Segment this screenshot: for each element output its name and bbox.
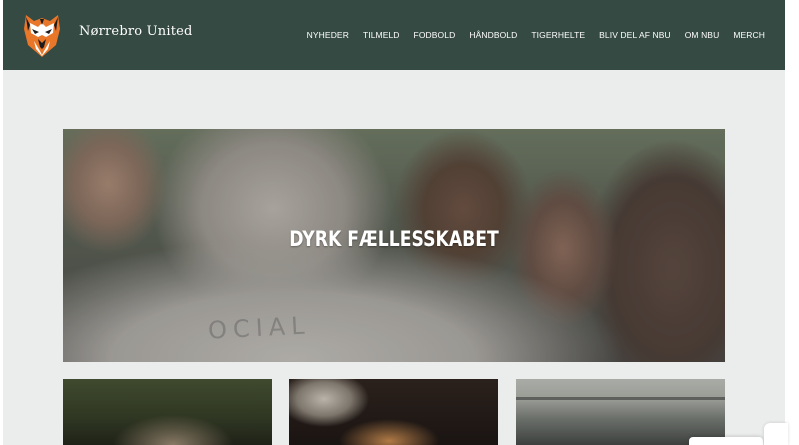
nav-item-tilmeld[interactable]: TILMELD xyxy=(363,30,400,40)
hero-title: DYRK FÆLLESSKABET xyxy=(289,227,499,251)
news-card-2[interactable] xyxy=(289,379,498,445)
scroll-widget[interactable] xyxy=(764,423,788,445)
main-nav: NYHEDER TILMELD FODBOLD HÅNDBOLD TIGERHE… xyxy=(307,30,765,40)
site-header: Nørrebro United NYHEDER TILMELD FODBOLD … xyxy=(3,0,785,70)
card-photo-rail xyxy=(516,397,725,400)
hero-banner: OCIAL DYRK FÆLLESSKABET xyxy=(63,129,725,362)
news-card-1[interactable] xyxy=(63,379,272,445)
tiger-logo-icon[interactable] xyxy=(20,11,64,59)
site-name[interactable]: Nørrebro United xyxy=(79,24,193,39)
nav-item-merch[interactable]: MERCH xyxy=(733,30,765,40)
page-frame: Nørrebro United NYHEDER TILMELD FODBOLD … xyxy=(3,0,785,445)
popup-widget[interactable] xyxy=(689,437,763,445)
nav-item-nyheder[interactable]: NYHEDER xyxy=(307,30,349,40)
nav-item-tigerhelte[interactable]: TIGERHELTE xyxy=(531,30,585,40)
news-card-3[interactable] xyxy=(516,379,725,445)
nav-item-om-nbu[interactable]: OM NBU xyxy=(685,30,720,40)
nav-item-bliv-del-af-nbu[interactable]: BLIV DEL AF NBU xyxy=(599,30,671,40)
window-gutter xyxy=(785,0,799,445)
nav-item-haandbold[interactable]: HÅNDBOLD xyxy=(469,30,517,40)
nav-item-fodbold[interactable]: FODBOLD xyxy=(414,30,456,40)
